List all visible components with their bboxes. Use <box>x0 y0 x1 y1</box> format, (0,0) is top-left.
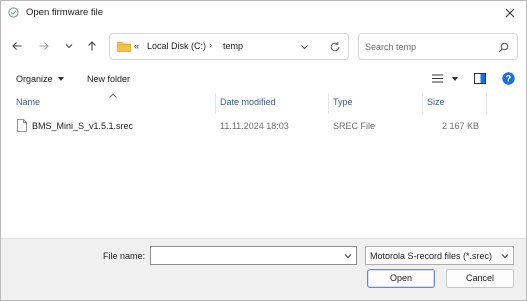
close-icon[interactable] <box>503 6 517 20</box>
file-type: SREC File <box>333 121 376 131</box>
file-list: Name Date modified Type Size BMS_Mini_S_… <box>1 91 526 236</box>
file-row[interactable]: BMS_Mini_S_v1.5.1.srec 11.11.2024 18:03 … <box>13 117 513 135</box>
folder-icon <box>117 42 131 52</box>
new-folder-button[interactable]: New folder <box>87 74 130 84</box>
view-options-icon[interactable] <box>432 74 443 83</box>
file-type-selected: Motorola S-record files (*.srec) <box>370 251 493 261</box>
open-button[interactable]: Open <box>367 269 435 288</box>
file-date-modified: 11.11.2024 18:03 <box>220 121 289 131</box>
svg-text:?: ? <box>506 74 512 84</box>
back-arrow-icon[interactable] <box>11 40 23 52</box>
cancel-button[interactable]: Cancel <box>446 269 514 288</box>
refresh-icon[interactable] <box>329 41 341 53</box>
command-bar: Organize New folder ? <box>1 67 526 91</box>
breadcrumb-local-disk[interactable]: Local Disk (C:) <box>147 41 206 51</box>
file-name-panel: File name: Motorola S-record files (*.sr… <box>1 238 526 300</box>
firmware-app-icon <box>8 7 19 18</box>
file-name-label: File name: <box>103 251 146 261</box>
column-divider[interactable] <box>422 93 423 114</box>
file-name: BMS_Mini_S_v1.5.1.srec <box>32 121 134 131</box>
search-icon[interactable] <box>498 42 509 53</box>
preview-pane-icon[interactable] <box>474 73 486 84</box>
search-box[interactable] <box>358 33 518 60</box>
address-overflow-chevron[interactable]: « <box>134 41 139 51</box>
organize-caret-icon[interactable] <box>58 77 64 81</box>
help-icon[interactable]: ? <box>502 72 515 85</box>
file-type-select[interactable]: Motorola S-record files (*.srec) <box>365 246 514 265</box>
column-divider[interactable] <box>328 93 329 114</box>
recent-chevron-icon[interactable] <box>63 40 75 52</box>
sort-ascending-icon <box>109 93 117 98</box>
title-bar: Open firmware file <box>1 1 526 25</box>
search-input[interactable] <box>365 40 493 54</box>
file-size: 2 167 KB <box>441 121 479 131</box>
column-header-type[interactable]: Type <box>333 97 353 107</box>
organize-menu-button[interactable]: Organize <box>16 74 53 84</box>
forward-arrow-icon[interactable] <box>38 40 50 52</box>
chevron-down-icon[interactable] <box>344 253 352 259</box>
chevron-down-icon[interactable] <box>501 253 509 259</box>
column-divider[interactable] <box>486 93 487 114</box>
column-header-name[interactable]: Name <box>16 97 40 107</box>
up-arrow-icon[interactable] <box>86 40 98 52</box>
breadcrumb-temp[interactable]: temp <box>223 41 243 51</box>
breadcrumb-separator[interactable]: › <box>209 40 212 51</box>
dialog-title: Open firmware file <box>26 7 104 18</box>
column-header-size[interactable]: Size <box>427 97 445 107</box>
column-divider[interactable] <box>215 93 216 114</box>
address-bar[interactable]: « Local Disk (C:) › temp <box>109 33 349 60</box>
file-name-combo[interactable] <box>150 246 357 265</box>
column-header-date-modified[interactable]: Date modified <box>220 97 276 107</box>
navigation-bar: « Local Disk (C:) › temp <box>1 31 526 61</box>
address-history-chevron-icon[interactable] <box>300 43 309 51</box>
view-caret-icon[interactable] <box>452 77 458 81</box>
document-icon <box>17 119 27 132</box>
file-name-input[interactable] <box>154 249 339 262</box>
open-file-dialog: Open firmware file « Local Disk (C:) › t… <box>0 0 527 301</box>
